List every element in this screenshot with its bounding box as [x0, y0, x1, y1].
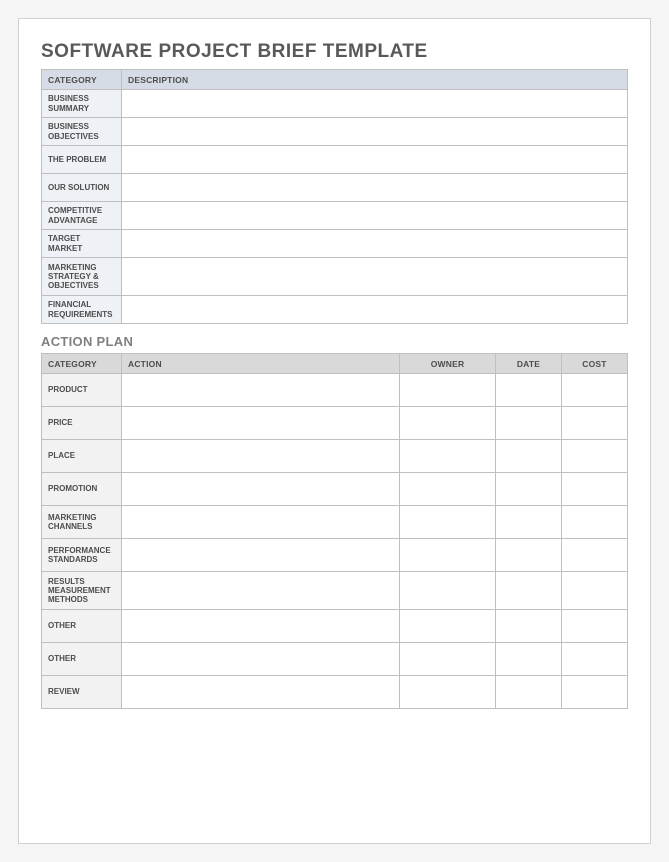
row-date: [496, 539, 562, 572]
table-row: MARKETING CHANNELS: [42, 506, 628, 539]
table-row: REVIEW: [42, 676, 628, 709]
table-row: BUSINESS SUMMARY: [42, 90, 628, 118]
row-cost: [562, 407, 628, 440]
table-row: OTHER: [42, 643, 628, 676]
row-value: [122, 146, 628, 174]
row-cost: [562, 610, 628, 643]
table-row: PERFORMANCE STANDARDS: [42, 539, 628, 572]
table-row: THE PROBLEM: [42, 146, 628, 174]
page-title: SOFTWARE PROJECT BRIEF TEMPLATE: [41, 41, 628, 63]
row-action: [122, 643, 400, 676]
row-cost: [562, 374, 628, 407]
row-date: [496, 440, 562, 473]
row-value: [122, 296, 628, 324]
row-label: THE PROBLEM: [42, 146, 122, 174]
row-cost: [562, 473, 628, 506]
row-action: [122, 572, 400, 610]
row-label: REVIEW: [42, 676, 122, 709]
header-date: DATE: [496, 354, 562, 374]
row-date: [496, 610, 562, 643]
row-cost: [562, 572, 628, 610]
row-date: [496, 473, 562, 506]
row-cost: [562, 539, 628, 572]
row-cost: [562, 643, 628, 676]
row-value: [122, 90, 628, 118]
row-owner: [400, 610, 496, 643]
table-row: BUSINESS OBJECTIVES: [42, 118, 628, 146]
header-cost: COST: [562, 354, 628, 374]
row-label: OTHER: [42, 643, 122, 676]
table-row: PLACE: [42, 440, 628, 473]
row-owner: [400, 374, 496, 407]
row-date: [496, 643, 562, 676]
row-cost: [562, 440, 628, 473]
table-row: PRICE: [42, 407, 628, 440]
row-label: TARGET MARKET: [42, 230, 122, 258]
row-date: [496, 676, 562, 709]
row-owner: [400, 473, 496, 506]
row-label: PRODUCT: [42, 374, 122, 407]
brief-table: CATEGORY DESCRIPTION BUSINESS SUMMARY BU…: [41, 69, 628, 324]
row-label: COMPETITIVE ADVANTAGE: [42, 202, 122, 230]
row-label: PRICE: [42, 407, 122, 440]
table-row: PRODUCT: [42, 374, 628, 407]
row-action: [122, 440, 400, 473]
table-row: OTHER: [42, 610, 628, 643]
table-header-row: CATEGORY ACTION OWNER DATE COST: [42, 354, 628, 374]
row-owner: [400, 676, 496, 709]
row-owner: [400, 506, 496, 539]
action-plan-table: CATEGORY ACTION OWNER DATE COST PRODUCT …: [41, 353, 628, 709]
row-date: [496, 506, 562, 539]
table-row: COMPETITIVE ADVANTAGE: [42, 202, 628, 230]
row-label: OUR SOLUTION: [42, 174, 122, 202]
row-cost: [562, 676, 628, 709]
row-owner: [400, 539, 496, 572]
row-label: RESULTS MEASUREMENT METHODS: [42, 572, 122, 610]
document-page: SOFTWARE PROJECT BRIEF TEMPLATE CATEGORY…: [18, 18, 651, 844]
table-row: RESULTS MEASUREMENT METHODS: [42, 572, 628, 610]
table-row: TARGET MARKET: [42, 230, 628, 258]
row-value: [122, 258, 628, 296]
row-label: FINANCIAL REQUIREMENTS: [42, 296, 122, 324]
row-action: [122, 473, 400, 506]
row-owner: [400, 643, 496, 676]
row-date: [496, 572, 562, 610]
row-label: MARKETING STRATEGY & OBJECTIVES: [42, 258, 122, 296]
row-value: [122, 174, 628, 202]
row-owner: [400, 407, 496, 440]
row-label: OTHER: [42, 610, 122, 643]
row-label: MARKETING CHANNELS: [42, 506, 122, 539]
row-action: [122, 539, 400, 572]
row-date: [496, 407, 562, 440]
table-row: OUR SOLUTION: [42, 174, 628, 202]
header-owner: OWNER: [400, 354, 496, 374]
row-value: [122, 118, 628, 146]
row-label: PROMOTION: [42, 473, 122, 506]
table-row: MARKETING STRATEGY & OBJECTIVES: [42, 258, 628, 296]
row-owner: [400, 572, 496, 610]
header-category: CATEGORY: [42, 70, 122, 90]
row-cost: [562, 506, 628, 539]
action-plan-heading: ACTION PLAN: [41, 334, 628, 349]
row-value: [122, 202, 628, 230]
row-label: PLACE: [42, 440, 122, 473]
row-action: [122, 676, 400, 709]
table-row: PROMOTION: [42, 473, 628, 506]
table-row: FINANCIAL REQUIREMENTS: [42, 296, 628, 324]
table-header-row: CATEGORY DESCRIPTION: [42, 70, 628, 90]
row-action: [122, 407, 400, 440]
row-owner: [400, 440, 496, 473]
row-value: [122, 230, 628, 258]
header-action: ACTION: [122, 354, 400, 374]
row-label: BUSINESS OBJECTIVES: [42, 118, 122, 146]
row-action: [122, 506, 400, 539]
row-label: BUSINESS SUMMARY: [42, 90, 122, 118]
row-label: PERFORMANCE STANDARDS: [42, 539, 122, 572]
header-category: CATEGORY: [42, 354, 122, 374]
header-description: DESCRIPTION: [122, 70, 628, 90]
row-date: [496, 374, 562, 407]
row-action: [122, 610, 400, 643]
row-action: [122, 374, 400, 407]
